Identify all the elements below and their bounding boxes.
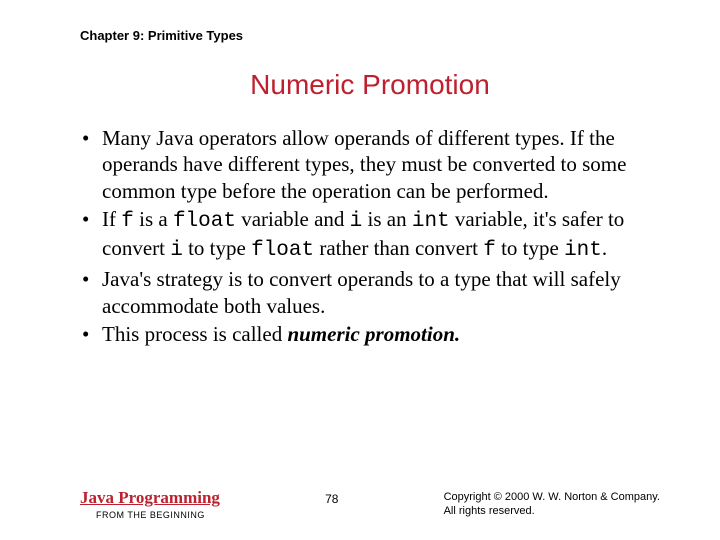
bullet-item: Many Java operators allow operands of di… [80,125,660,204]
chapter-label: Chapter 9: Primitive Types [80,28,660,43]
book-title: Java Programming [80,488,220,508]
page-title: Numeric Promotion [80,69,660,101]
bullet-item: This process is called numeric promotion… [80,321,660,347]
book-subtitle: FROM THE BEGINNING [96,510,220,520]
bullet-list: Many Java operators allow operands of di… [80,125,660,347]
bullet-item: Java's strategy is to convert operands t… [80,266,660,319]
book-brand: Java Programming FROM THE BEGINNING [80,488,220,520]
copyright: Copyright © 2000 W. W. Norton & Company.… [444,490,660,519]
page-number: 78 [325,492,338,506]
bullet-item: If f is a float variable and i is an int… [80,206,660,265]
footer: Java Programming FROM THE BEGINNING 78 C… [80,488,660,520]
